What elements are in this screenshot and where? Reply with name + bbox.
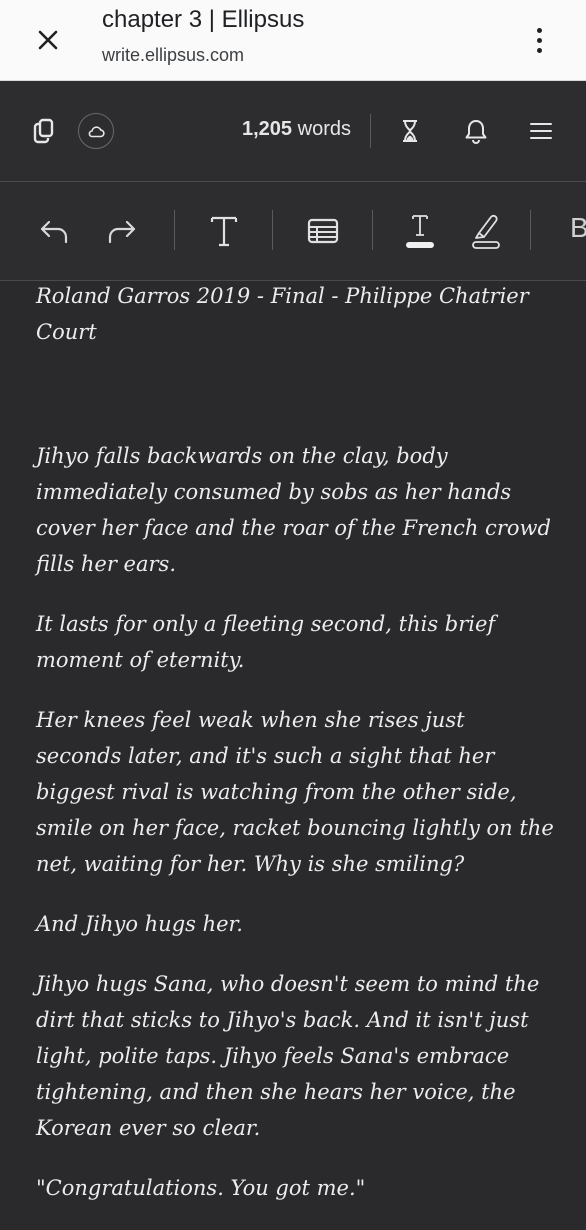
copy-icon[interactable]: [30, 117, 58, 145]
paragraph: Jihyo hugs Sana, who doesn't seem to min…: [36, 972, 540, 1140]
document-body[interactable]: Roland Garros 2019 - Final - Philippe Ch…: [36, 278, 556, 1230]
redo-icon[interactable]: [106, 216, 138, 246]
bold-button[interactable]: B: [570, 212, 586, 244]
divider: [174, 210, 175, 250]
word-count-label: words: [297, 118, 351, 140]
highlighter-icon[interactable]: [468, 210, 504, 252]
paragraph: It lasts for only a fleeting second, thi…: [36, 612, 496, 672]
page-title: chapter 3 | Ellipsus: [102, 6, 305, 33]
cloud-sync-icon[interactable]: [78, 113, 114, 149]
browser-toolbar: chapter 3 | Ellipsus write.ellipsus.com: [0, 0, 586, 81]
more-options-icon[interactable]: [524, 20, 554, 60]
divider: [530, 210, 531, 250]
divider: [372, 210, 373, 250]
paragraph: "Congratulations. You got me.": [36, 1176, 366, 1200]
close-icon[interactable]: [30, 22, 66, 58]
hourglass-icon[interactable]: [396, 117, 424, 145]
divider: [272, 210, 273, 250]
text-style-icon[interactable]: [206, 212, 242, 250]
word-count-number: 1,205: [242, 118, 293, 140]
editor-header: 1,205 words: [0, 81, 586, 182]
word-count: 1,205 words: [242, 118, 351, 141]
menu-icon[interactable]: [527, 119, 555, 143]
paragraph: Her knees feel weak when she rises just …: [36, 708, 554, 876]
table-icon[interactable]: [305, 216, 341, 246]
undo-icon[interactable]: [38, 216, 70, 246]
paragraph: Jihyo falls backwards on the clay, body …: [36, 444, 551, 576]
document-heading: Roland Garros 2019 - Final - Philippe Ch…: [36, 284, 529, 344]
text-color-icon[interactable]: [402, 210, 438, 252]
bell-icon[interactable]: [461, 116, 491, 146]
paragraph: And Jihyo hugs her.: [36, 912, 243, 936]
divider: [370, 114, 371, 148]
page-url: write.ellipsus.com: [102, 45, 245, 65]
formatting-toolbar: B: [0, 182, 586, 281]
